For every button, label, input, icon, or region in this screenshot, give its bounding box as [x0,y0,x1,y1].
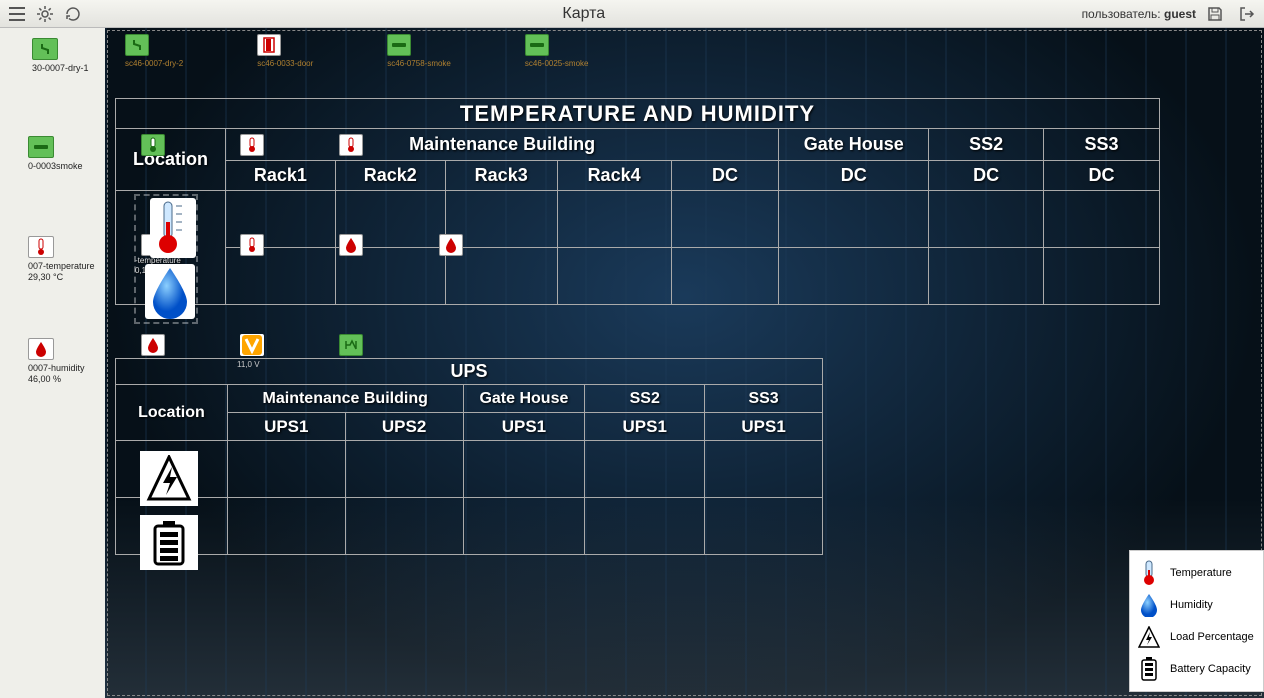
door-icon [262,37,276,53]
battery-icon [1141,657,1157,681]
table1-group-ss2: SS2 [929,129,1044,161]
col-ss2-ups1: UPS1 [585,413,705,441]
table2-loc-header: Location [116,385,228,441]
legend-box: Temperature Humidity Load Percentage Bat… [1129,550,1264,692]
thermometer-icon [1141,560,1157,586]
table1-group-mb: Maintenance Building [225,129,778,161]
sidebar-sensor-dry1[interactable]: 30-0007-dry-1 [32,38,89,74]
col-ss3-ups1: UPS1 [705,413,823,441]
logout-icon [1239,6,1255,22]
hamburger-icon [9,7,25,21]
location-humidity-icon [145,264,195,319]
temp-humidity-table: TEMPERATURE AND HUMIDITY Location Mainte… [115,98,1160,305]
col-ups1: UPS1 [227,413,345,441]
col-ss3-dc: DC [1044,161,1160,191]
sidebar-sensor-smoke[interactable]: 0-0003smoke [28,136,83,172]
table2-group-ss2: SS2 [585,385,705,413]
col-rack1: Rack1 [225,161,335,191]
table2-group-gh: Gate House [463,385,585,413]
save-button[interactable] [1202,2,1228,26]
drop-icon [35,341,47,357]
topbar: Карта пользователь: guest [0,0,1264,28]
user-label: пользователь: guest [1082,7,1196,21]
t2-sensor-drop[interactable] [141,334,165,358]
smoke-icon [33,142,49,152]
drop-icon [1139,593,1159,617]
ups-table: UPS Location Maintenance Building Gate H… [115,358,823,555]
table1-title: TEMPERATURE AND HUMIDITY [116,99,1160,129]
location-battery-icon [140,515,198,570]
refresh-button[interactable] [60,2,86,26]
refresh-icon [65,6,81,22]
top-sensors-row: sc46-0007-dry-2 sc46-0033-door sc46-0758… [125,34,588,68]
col-rack4: Rack4 [557,161,671,191]
t1-sensor-loc-temp[interactable] [141,134,165,158]
col-gh-ups1: UPS1 [463,413,585,441]
switch-icon [343,337,359,353]
col-rack2: Rack2 [335,161,445,191]
sensor-smoke1[interactable]: sc46-0758-smoke [387,34,451,68]
page-title: Карта [86,5,1082,23]
save-icon [1207,6,1223,22]
dry-contact-icon [38,42,52,56]
voltage-icon [242,335,262,355]
thermometer-icon [148,137,158,153]
thermometer-icon [247,237,257,253]
thermometer-icon [346,137,356,153]
sidebar-sensor-humidity[interactable]: 0007-humidity 46,00 % [28,338,85,385]
table2-title: UPS [116,359,823,385]
settings-button[interactable] [32,2,58,26]
smoke-icon [529,40,545,50]
sensor-smoke2[interactable]: sc46-0025-smoke [525,34,589,68]
sensor-door[interactable]: sc46-0033-door [257,34,313,68]
t1-sensor-rack1-temp[interactable] [240,134,264,158]
t2-sensor-switch[interactable] [339,334,363,358]
legend-humidity: Humidity [1138,589,1255,621]
legend-battery: Battery Capacity [1138,653,1255,685]
bolt-triangle-icon [1138,626,1160,648]
legend-temperature: Temperature [1138,557,1255,589]
t2-sensor-voltage[interactable] [240,334,264,360]
col-ups2: UPS2 [345,413,463,441]
table2-group-ss3: SS3 [705,385,823,413]
drop-icon [147,337,159,353]
sensor-dry2[interactable]: sc46-0007-dry-2 [125,34,183,68]
dry-contact-icon [130,38,144,52]
col-mb-dc: DC [671,161,779,191]
sidebar-sensor-temperature[interactable]: 007-temperature 29,30 °C [28,236,95,283]
legend-load: Load Percentage [1138,621,1255,653]
t1-sensor-rack3-drop[interactable] [439,234,463,258]
thermometer-icon [36,238,46,256]
thermometer-icon [247,137,257,153]
sidebar: 30-0007-dry-1 0-0003smoke 007-temperatur… [0,28,105,698]
drop-icon [445,237,457,253]
table1-group-gh: Gate House [779,129,929,161]
menu-button[interactable] [4,2,30,26]
logout-button[interactable] [1234,2,1260,26]
gear-icon [37,6,53,22]
smoke-icon [391,40,407,50]
t1-sensor-rack2-temp[interactable] [339,134,363,158]
map-canvas[interactable]: sc46-0007-dry-2 sc46-0033-door sc46-0758… [105,28,1264,698]
drop-icon [345,237,357,253]
col-ss2-dc: DC [929,161,1044,191]
col-gh-dc: DC [779,161,929,191]
table1-group-ss3: SS3 [1044,129,1160,161]
t1-sensor-rack1-temp2[interactable] [240,234,264,258]
col-rack3: Rack3 [445,161,557,191]
t1-sensor-rack2-drop[interactable] [339,234,363,258]
table1-loc-header: Location [116,129,226,191]
table2-group-mb: Maintenance Building [227,385,463,413]
location-load-icon [140,451,198,506]
location-thermometer-icon [150,198,196,258]
